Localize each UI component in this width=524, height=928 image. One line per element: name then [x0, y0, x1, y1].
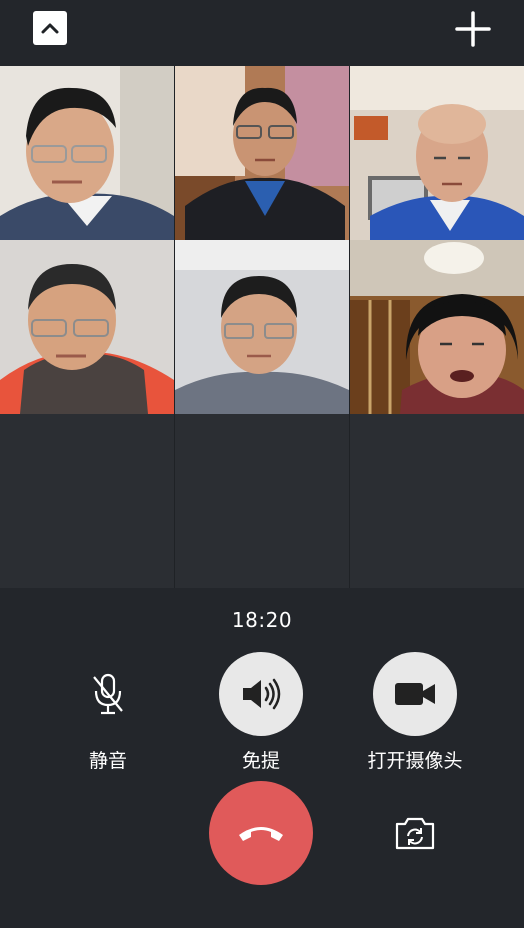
empty-video-slot [0, 414, 174, 588]
participant-video-4[interactable] [0, 240, 174, 414]
camera-button[interactable]: 打开摄像头 [350, 652, 480, 773]
camera-switch-icon[interactable] [394, 814, 436, 852]
participant-video-1[interactable] [0, 66, 174, 240]
microphone-off-icon [93, 673, 123, 715]
mute-circle[interactable] [66, 652, 150, 736]
participant-video-3[interactable] [350, 66, 524, 240]
video-grid [0, 66, 524, 588]
speaker-circle[interactable] [219, 652, 303, 736]
camera-circle[interactable] [373, 652, 457, 736]
mute-label: 静音 [88, 750, 127, 772]
participant-video-6[interactable] [350, 240, 524, 414]
chevron-up-icon [41, 23, 59, 34]
mute-button[interactable]: 静音 [43, 652, 173, 773]
camera-label: 打开摄像头 [367, 750, 463, 772]
call-timer: 18:20 [231, 608, 293, 632]
participant-video-2[interactable] [175, 66, 349, 240]
participant-video-5[interactable] [175, 240, 349, 414]
speaker-button[interactable]: 免提 [196, 652, 326, 773]
speaker-label: 免提 [241, 750, 280, 772]
video-call-screen: 18:20 静音 免提 打开摄像头 [0, 0, 524, 928]
empty-video-slot [350, 414, 524, 588]
plus-icon[interactable] [452, 8, 494, 50]
video-camera-icon [395, 683, 435, 705]
phone-hangup-icon [239, 827, 283, 841]
empty-video-slot [175, 414, 349, 588]
hangup-button[interactable] [209, 781, 313, 885]
call-controls: 18:20 静音 免提 打开摄像头 [0, 588, 524, 928]
speaker-icon [243, 678, 281, 710]
collapse-button[interactable] [33, 11, 67, 45]
top-bar [0, 0, 524, 66]
